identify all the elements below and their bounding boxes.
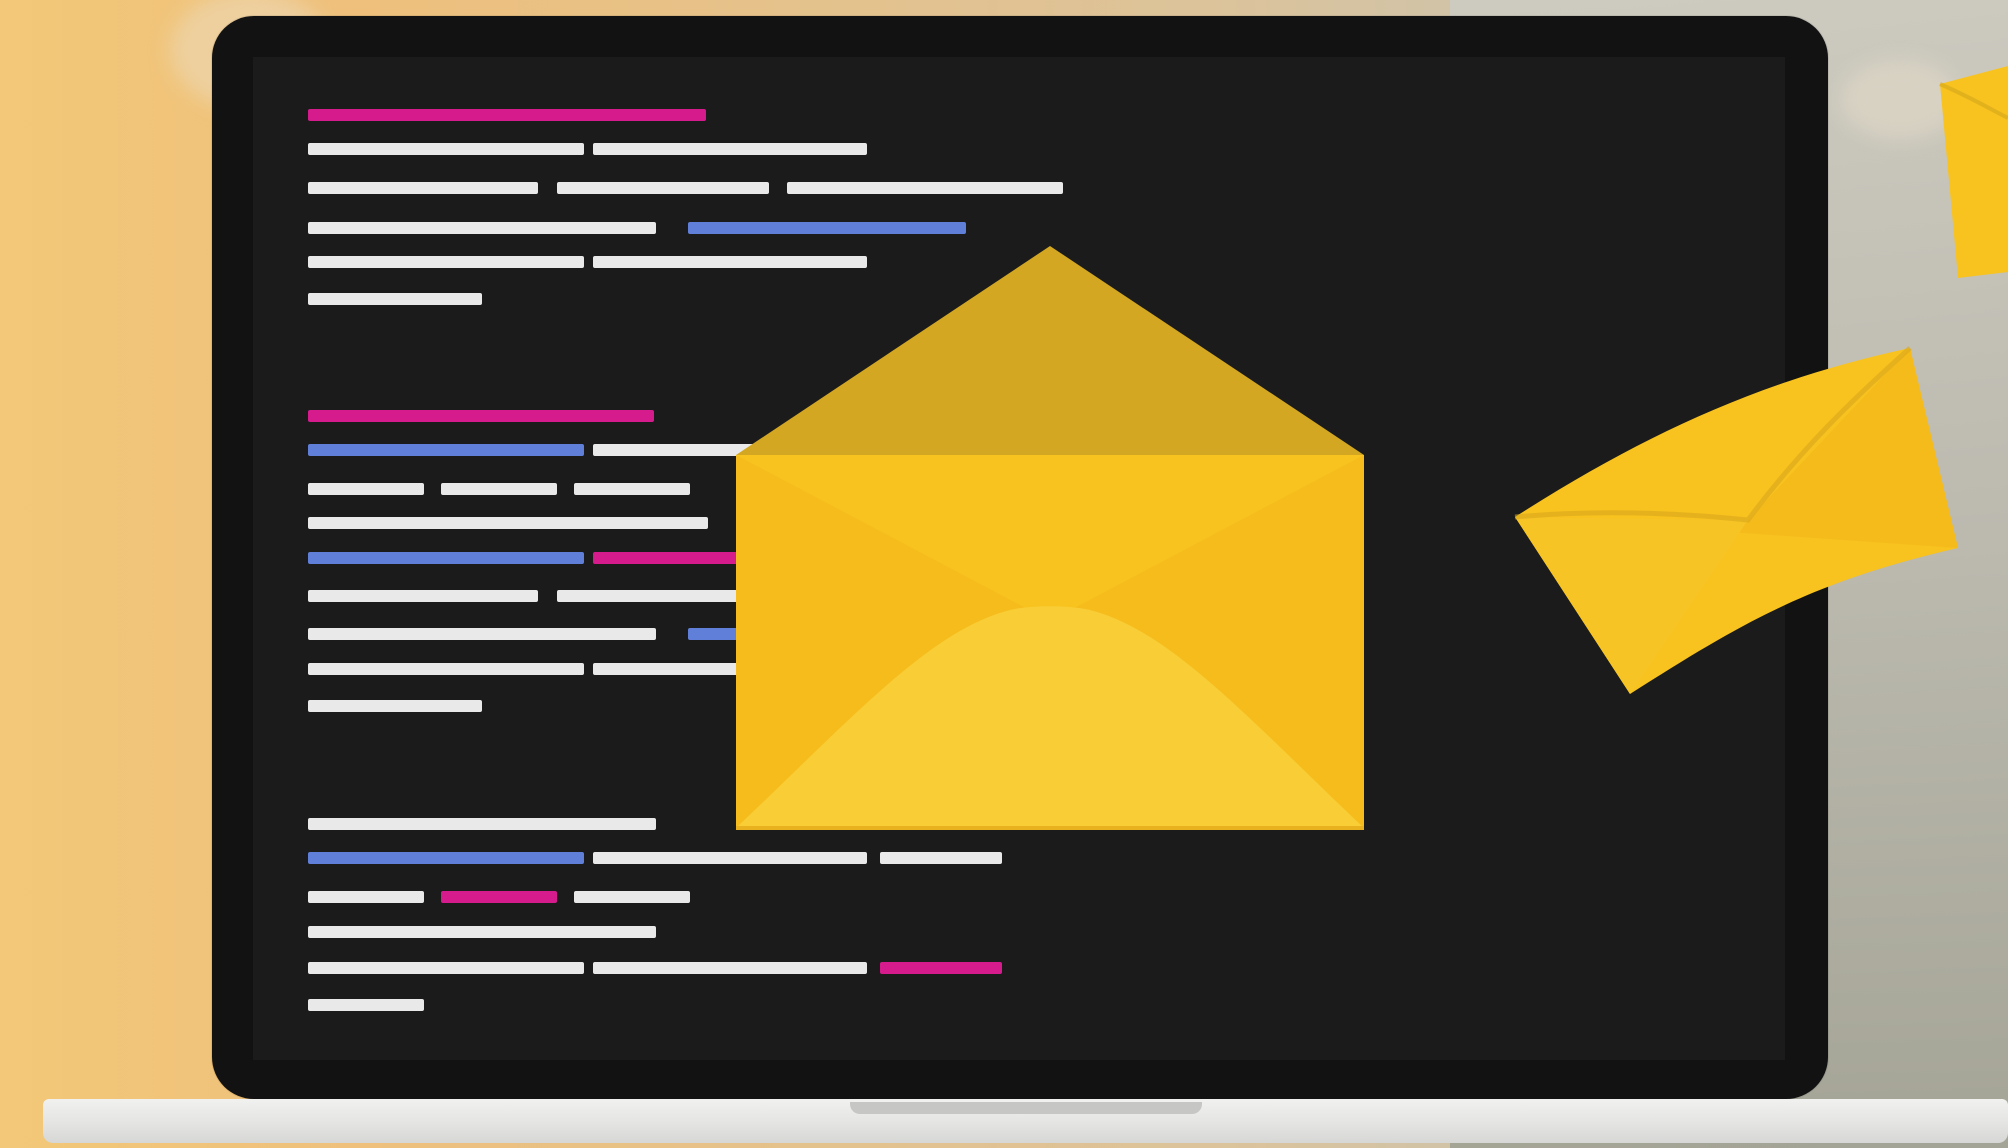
code-line-blue xyxy=(688,222,966,234)
background-cloud-right xyxy=(1840,60,1960,140)
code-line-magenta xyxy=(308,109,706,121)
mail-code-illustration xyxy=(0,0,2008,1148)
code-line-white xyxy=(308,222,656,234)
code-line-white xyxy=(441,483,557,495)
code-line-magenta xyxy=(308,410,654,422)
code-line-magenta xyxy=(441,891,557,903)
code-line-magenta xyxy=(880,962,1002,974)
code-line-blue xyxy=(688,628,762,640)
code-line-white xyxy=(308,590,538,602)
code-line-blue xyxy=(308,552,584,564)
code-line-white xyxy=(308,517,708,529)
code-line-white xyxy=(593,444,761,456)
code-line-blue xyxy=(308,852,584,864)
code-line-white xyxy=(308,891,424,903)
code-line-white xyxy=(593,852,867,864)
code-line-white xyxy=(308,293,482,305)
code-line-white xyxy=(574,891,690,903)
code-line-white xyxy=(308,663,584,675)
code-line-white xyxy=(308,962,584,974)
laptop-base-notch xyxy=(850,1102,1202,1114)
code-line-white xyxy=(557,182,769,194)
code-line-blue xyxy=(308,444,584,456)
code-line-white xyxy=(593,143,867,155)
code-line-white xyxy=(574,483,690,495)
code-line-white xyxy=(557,590,753,602)
code-line-white xyxy=(787,182,1063,194)
code-line-white xyxy=(308,182,538,194)
code-line-white xyxy=(308,256,584,268)
code-line-white xyxy=(308,700,482,712)
code-line-white xyxy=(308,483,424,495)
code-line-white xyxy=(880,852,1002,864)
code-line-white xyxy=(593,663,761,675)
code-line-white xyxy=(308,818,656,830)
code-line-magenta xyxy=(593,552,753,564)
code-line-white xyxy=(308,628,656,640)
code-line-white xyxy=(308,999,424,1011)
code-line-white xyxy=(308,926,656,938)
code-line-white xyxy=(593,962,867,974)
code-line-white xyxy=(593,256,867,268)
code-line-white xyxy=(308,143,584,155)
